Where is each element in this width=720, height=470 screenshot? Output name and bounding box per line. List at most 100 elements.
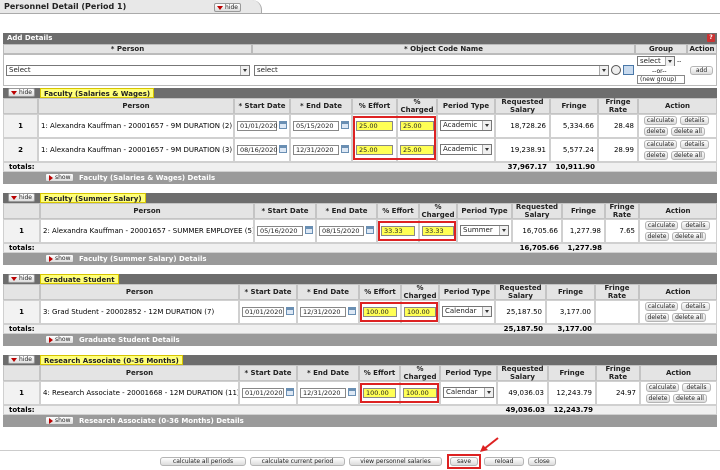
calendar-icon[interactable] [305, 226, 313, 234]
annotation-arrow-icon [480, 437, 499, 452]
end-date-input[interactable]: 12/31/2020 [300, 388, 346, 398]
details-button[interactable]: details [681, 221, 710, 230]
calculate-button[interactable]: calculate [646, 383, 679, 392]
col-header-fringe: Fringe [548, 365, 596, 381]
calendar-icon[interactable] [279, 121, 287, 129]
dropdown-arrow-icon [499, 226, 508, 235]
delete-button[interactable]: delete [646, 394, 670, 403]
hide-section-button[interactable]: hide [8, 274, 35, 283]
details-button[interactable]: details [680, 116, 709, 125]
end-date-input[interactable]: 08/15/2020 [319, 226, 364, 236]
col-header-effort: % Effort [359, 284, 401, 300]
end-date-input[interactable]: 12/31/2020 [300, 307, 346, 317]
calendar-icon[interactable] [286, 307, 294, 315]
start-date-input[interactable]: 01/01/2020 [242, 307, 284, 317]
requested-salary: 49,036.03 [497, 381, 548, 405]
col-header-n [3, 284, 40, 300]
fringe-amount: 3,177.00 [546, 300, 595, 324]
delete-all-button[interactable]: delete all [671, 151, 705, 160]
calendar-icon[interactable] [348, 307, 356, 315]
col-header-action: Action [639, 284, 717, 300]
reload-button[interactable]: reload [484, 457, 524, 466]
requested-salary: 19,238.91 [495, 138, 550, 162]
start-date-input[interactable]: 01/01/2020 [237, 121, 277, 131]
show-details-button[interactable]: show [45, 416, 74, 425]
calculate-button[interactable]: calculate [645, 221, 678, 230]
calendar-icon[interactable] [366, 226, 374, 234]
col-header-person: Person [38, 98, 234, 114]
calculate-current-period-button[interactable]: calculate current period [250, 457, 345, 466]
delete-button[interactable]: delete [644, 151, 668, 160]
details-button[interactable]: details [682, 383, 711, 392]
row-number: 1 [3, 114, 38, 138]
show-details-button[interactable]: show [45, 254, 74, 263]
details-button[interactable]: details [680, 140, 709, 149]
col-header-n [3, 98, 38, 114]
delete-button[interactable]: delete [644, 127, 668, 136]
delete-all-button[interactable]: delete all [672, 232, 706, 241]
calendar-icon[interactable] [279, 145, 287, 153]
hide-section-button[interactable]: hide [8, 355, 35, 364]
dropdown-arrow-icon [482, 121, 491, 130]
hide-section-button[interactable]: hide [8, 88, 35, 97]
calendar-icon[interactable] [341, 121, 349, 129]
details-button[interactable]: details [681, 302, 710, 311]
totals-label: totals: [9, 406, 35, 414]
period-type-select[interactable]: Summer [460, 225, 509, 236]
bottom-action-bar: calculate all periods calculate current … [0, 450, 720, 470]
calendar-icon[interactable] [341, 145, 349, 153]
calculate-button[interactable]: calculate [645, 302, 678, 311]
fringe-rate: 28.99 [598, 138, 638, 162]
col-header-end: * End Date [316, 203, 377, 219]
col-header-effort: % Effort [359, 365, 400, 381]
delete-all-button[interactable]: delete all [672, 313, 706, 322]
group-select[interactable]: select [637, 56, 675, 66]
totals-row [3, 243, 717, 253]
start-date-input[interactable]: 08/16/2020 [237, 145, 277, 155]
calculate-button[interactable]: calculate [644, 116, 677, 125]
col-header-ptype: Period Type [457, 203, 512, 219]
delete-button[interactable]: delete [645, 313, 669, 322]
period-type-select[interactable]: Academic [440, 144, 492, 155]
show-details-button[interactable]: show [45, 335, 74, 344]
col-header-ptype: Period Type [437, 98, 495, 114]
start-date-input[interactable]: 05/16/2020 [257, 226, 303, 236]
calendar-icon[interactable] [348, 388, 356, 396]
calculate-all-periods-button[interactable]: calculate all periods [160, 457, 246, 466]
close-button[interactable]: close [528, 457, 556, 466]
person-select[interactable]: Select [6, 65, 250, 76]
start-date-input[interactable]: 01/01/2020 [242, 388, 284, 398]
col-header-end: * End Date [290, 98, 352, 114]
calculate-button[interactable]: calculate [644, 140, 677, 149]
delete-button[interactable]: delete [645, 232, 669, 241]
lookup-icon[interactable] [623, 65, 634, 75]
delete-all-button[interactable]: delete all [671, 127, 705, 136]
end-date-input[interactable]: 12/31/2020 [293, 145, 339, 155]
period-type-select[interactable]: Academic [440, 120, 492, 131]
show-details-button[interactable]: show [45, 173, 74, 182]
totals-label: totals: [9, 325, 35, 333]
help-icon[interactable]: ? [707, 34, 715, 42]
totals-label: totals: [9, 163, 35, 171]
dropdown-arrow-icon [482, 145, 491, 154]
period-type-select[interactable]: Calendar [443, 387, 494, 398]
calendar-icon[interactable] [286, 388, 294, 396]
collapse-triangle-icon [11, 277, 17, 281]
add-col-person: * Person [3, 44, 252, 54]
object-code-select[interactable]: select [254, 65, 609, 76]
hide-section-button[interactable]: hide [8, 193, 35, 202]
total-fringe: 12,243.79 [553, 406, 593, 414]
view-personnel-salaries-button[interactable]: view personnel salaries [349, 457, 442, 466]
fringe-rate: 7.65 [605, 219, 639, 243]
expand-triangle-icon [49, 337, 53, 343]
section-header: hide Faculty (Summer Salary) [3, 193, 717, 203]
add-button[interactable]: add [690, 66, 713, 75]
details-bar: show Research Associate (0-36 Months) Det… [3, 415, 717, 427]
new-group-input[interactable]: (new group) [637, 75, 685, 84]
delete-all-button[interactable]: delete all [673, 394, 707, 403]
person-name: 3: Grad Student - 20002852 - 12M DURATIO… [40, 300, 239, 324]
hide-period-button[interactable]: hide [214, 3, 241, 12]
end-date-input[interactable]: 05/15/2020 [293, 121, 339, 131]
period-type-select[interactable]: Calendar [442, 306, 492, 317]
search-icon[interactable] [611, 65, 621, 75]
